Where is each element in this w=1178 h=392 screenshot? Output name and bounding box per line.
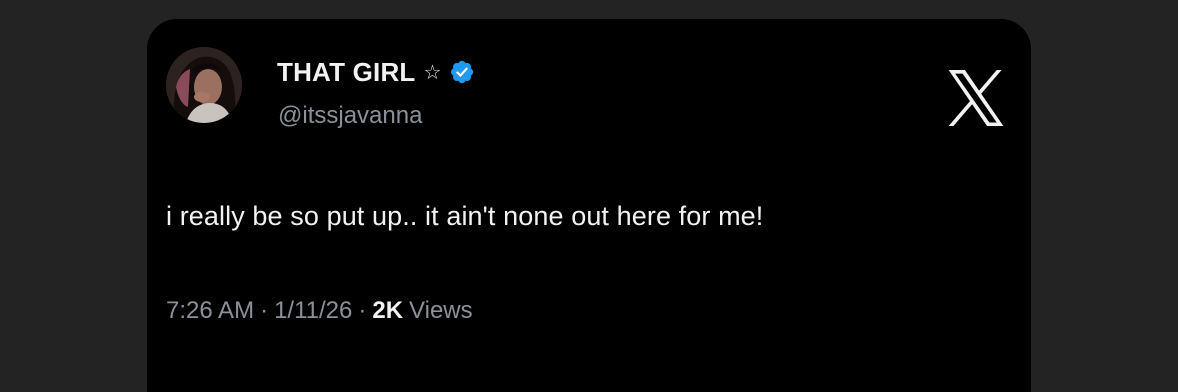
tweet-time[interactable]: 7:26 AM: [166, 296, 254, 326]
avatar-photo: [166, 47, 242, 123]
tweet-date[interactable]: 1/11/26: [274, 296, 352, 326]
meta-separator: ·: [358, 297, 367, 324]
tweet-meta: 7:26 AM · 1/11/26 · 2K Views: [166, 296, 473, 326]
views-label: Views: [409, 297, 473, 324]
tweet-text: i really be so put up.. it ain't none ou…: [166, 201, 764, 231]
star-icon: ☆: [423, 60, 442, 84]
display-name[interactable]: THAT GIRL: [277, 57, 416, 87]
meta-separator: ·: [260, 297, 269, 324]
views-count: 2K: [372, 297, 404, 324]
user-handle[interactable]: @itssjavanna: [278, 102, 422, 130]
name-row: THAT GIRL ☆: [277, 57, 475, 87]
x-logo-icon[interactable]: [945, 70, 1007, 126]
verified-badge-icon: [449, 59, 475, 85]
avatar[interactable]: [166, 47, 242, 123]
tweet-card: THAT GIRL ☆ @itssjavanna i really be so …: [147, 19, 1031, 392]
